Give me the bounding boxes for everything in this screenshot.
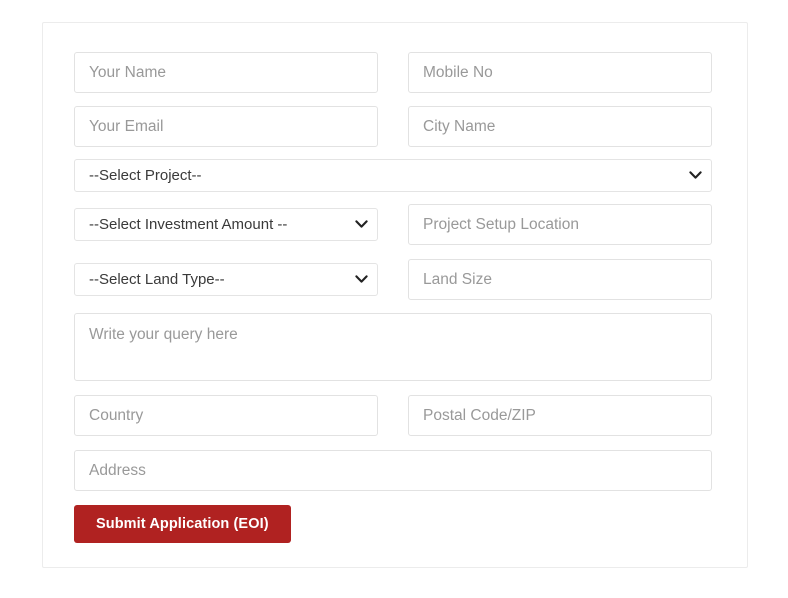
enquiry-form: --Select Project-- --Select Investment A… [74,52,712,543]
field-wrap-name [74,52,378,93]
land-type-select-wrap: --Select Land Type-- [74,263,378,296]
city-input[interactable] [408,106,712,147]
project-setup-location-input[interactable] [408,204,712,245]
field-wrap-city [408,106,712,147]
email-input[interactable] [74,106,378,147]
project-select-wrap: --Select Project-- [74,159,712,192]
page-root: --Select Project-- --Select Investment A… [0,0,788,598]
postal-code-input[interactable] [408,395,712,436]
form-row-email-city [74,106,712,147]
mobile-input[interactable] [408,52,712,93]
field-wrap-country [74,395,378,436]
form-row-submit: Submit Application (EOI) [74,505,712,543]
field-wrap-land-size [408,259,712,300]
project-select[interactable]: --Select Project-- [74,159,712,192]
field-wrap-mobile [408,52,712,93]
field-wrap-postal [408,395,712,436]
field-wrap-land-type: --Select Land Type-- [74,259,378,296]
form-row-landtype-landsize: --Select Land Type-- [74,259,712,300]
form-row-query [74,313,712,381]
field-wrap-location [408,204,712,245]
field-wrap-address [74,450,712,491]
field-wrap-email [74,106,378,147]
field-wrap-investment: --Select Investment Amount -- [74,204,378,241]
land-size-input[interactable] [408,259,712,300]
query-textarea[interactable] [74,313,712,381]
form-row-name-mobile [74,52,712,93]
address-input[interactable] [74,450,712,491]
field-wrap-project: --Select Project-- [74,159,712,192]
field-wrap-query [74,313,712,381]
form-row-select-project: --Select Project-- [74,159,712,192]
form-row-investment-location: --Select Investment Amount -- [74,204,712,245]
country-input[interactable] [74,395,378,436]
enquiry-form-card: --Select Project-- --Select Investment A… [42,22,748,568]
submit-application-button[interactable]: Submit Application (EOI) [74,505,291,543]
form-row-address [74,450,712,491]
investment-select-wrap: --Select Investment Amount -- [74,208,378,241]
name-input[interactable] [74,52,378,93]
investment-amount-select[interactable]: --Select Investment Amount -- [74,208,378,241]
form-row-country-postal [74,395,712,436]
land-type-select[interactable]: --Select Land Type-- [74,263,378,296]
